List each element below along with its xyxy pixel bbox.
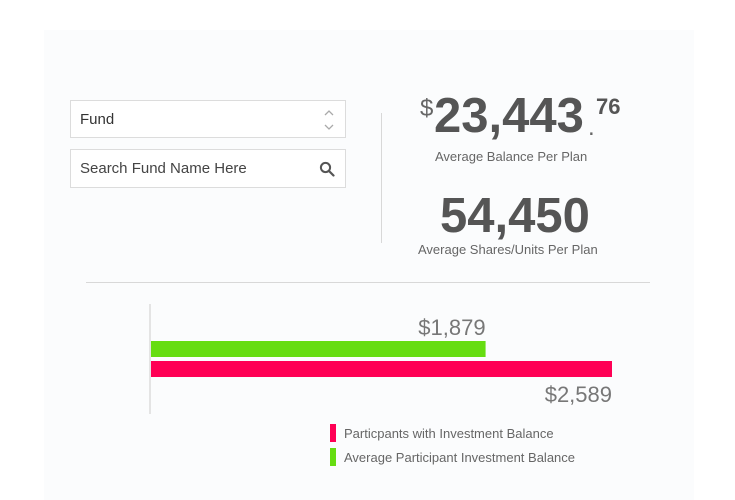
horizontal-divider	[86, 282, 650, 283]
search-input[interactable]	[71, 150, 311, 187]
average-shares-value: 54,450	[440, 189, 590, 243]
search-icon[interactable]	[319, 161, 335, 177]
balance-cents: 76	[596, 94, 621, 119]
search-box[interactable]	[70, 149, 346, 188]
legend-label-average: Average Participant Investment Balance	[344, 450, 576, 465]
vertical-divider	[381, 113, 382, 243]
legend-swatch-participants	[330, 424, 336, 442]
legend-label-participants: Particpants with Investment Balance	[344, 426, 554, 441]
fund-select-value: Fund	[80, 111, 115, 128]
average-balance-label: Average Balance Per Plan	[435, 149, 588, 164]
average-shares-label: Average Shares/Units Per Plan	[418, 242, 598, 257]
legend-swatch-average	[330, 448, 336, 466]
balance-decimal-point: .	[588, 114, 595, 141]
fund-select[interactable]: Fund	[70, 100, 346, 138]
chevron-up-down-icon[interactable]	[323, 107, 335, 133]
currency-symbol: $	[420, 95, 434, 122]
balance-whole: 23,443	[434, 89, 584, 143]
average-balance-value: $ 23,443 . 76	[396, 88, 632, 148]
